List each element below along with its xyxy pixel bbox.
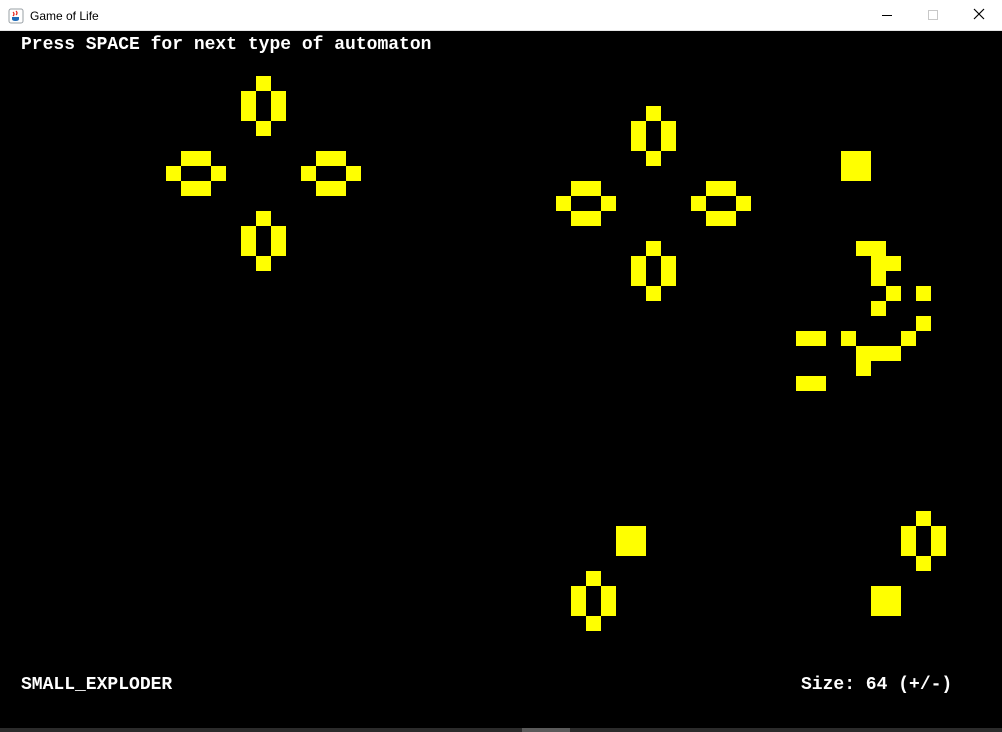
live-cell (661, 121, 676, 136)
live-cell (256, 256, 271, 271)
live-cell (871, 271, 886, 286)
live-cell (601, 601, 616, 616)
live-block (871, 586, 901, 616)
live-cell (571, 586, 586, 601)
live-cell (631, 136, 646, 151)
live-cell (316, 151, 346, 166)
live-cell (346, 166, 361, 181)
live-cell (856, 241, 886, 256)
live-cell (886, 286, 901, 301)
live-cell (901, 541, 916, 556)
live-cell (241, 91, 256, 106)
live-cell (241, 241, 256, 256)
live-cell (256, 211, 271, 226)
automaton-type-label: SMALL_EXPLODER (21, 675, 173, 695)
live-cell (871, 301, 886, 316)
live-cell (601, 196, 616, 211)
live-cell (586, 616, 601, 631)
cell-grid (166, 76, 946, 631)
live-cell (571, 601, 586, 616)
live-cell (901, 331, 916, 346)
scrollbar-thumb[interactable] (522, 728, 570, 732)
live-cell (856, 346, 901, 361)
live-cell (661, 271, 676, 286)
live-cell (916, 286, 931, 301)
bottom-patterns (571, 511, 946, 631)
live-cell (796, 331, 826, 346)
pentadecathlon-group-right (556, 106, 751, 301)
live-cell (571, 181, 601, 196)
live-cell (706, 181, 736, 196)
live-cell (256, 76, 271, 91)
live-cell (796, 376, 826, 391)
game-window: Game of Life Press SPACE for next type o… (0, 0, 1002, 732)
live-cell (931, 526, 946, 541)
live-cell (181, 151, 211, 166)
live-cell (661, 256, 676, 271)
live-cell (646, 286, 661, 301)
live-cell (646, 106, 661, 121)
live-cell (916, 556, 931, 571)
live-cell (706, 211, 736, 226)
live-cell (871, 256, 901, 271)
live-cell (841, 331, 856, 346)
live-cell (631, 271, 646, 286)
live-cell (631, 121, 646, 136)
live-cell (691, 196, 706, 211)
live-cell (856, 361, 871, 376)
bottom-scrollbar[interactable] (0, 728, 1002, 732)
live-cell (661, 136, 676, 151)
live-cell (271, 91, 286, 106)
live-cell (556, 196, 571, 211)
live-block (841, 151, 871, 181)
instruction-text: Press SPACE for next type of automaton (21, 35, 432, 55)
live-cell (271, 106, 286, 121)
live-cell (166, 166, 181, 181)
live-cell (241, 106, 256, 121)
live-cell (646, 241, 661, 256)
live-cell (586, 571, 601, 586)
live-cell (271, 226, 286, 241)
live-cell (241, 226, 256, 241)
live-cell (301, 166, 316, 181)
live-cell (916, 316, 931, 331)
live-cell (901, 526, 916, 541)
live-cell (271, 241, 286, 256)
live-cell (601, 586, 616, 601)
live-cell (646, 151, 661, 166)
live-cell (181, 181, 211, 196)
live-cell (316, 181, 346, 196)
grid-size-label: Size: 64 (+/-) (801, 675, 953, 695)
live-cell (631, 256, 646, 271)
pentadecathlon-group-left (166, 76, 361, 271)
live-cell (931, 541, 946, 556)
chaotic-pattern-right (796, 151, 931, 391)
live-cell (916, 511, 931, 526)
live-cell (571, 211, 601, 226)
live-block (616, 526, 646, 556)
live-cell (211, 166, 226, 181)
live-cell (256, 121, 271, 136)
live-cell (736, 196, 751, 211)
